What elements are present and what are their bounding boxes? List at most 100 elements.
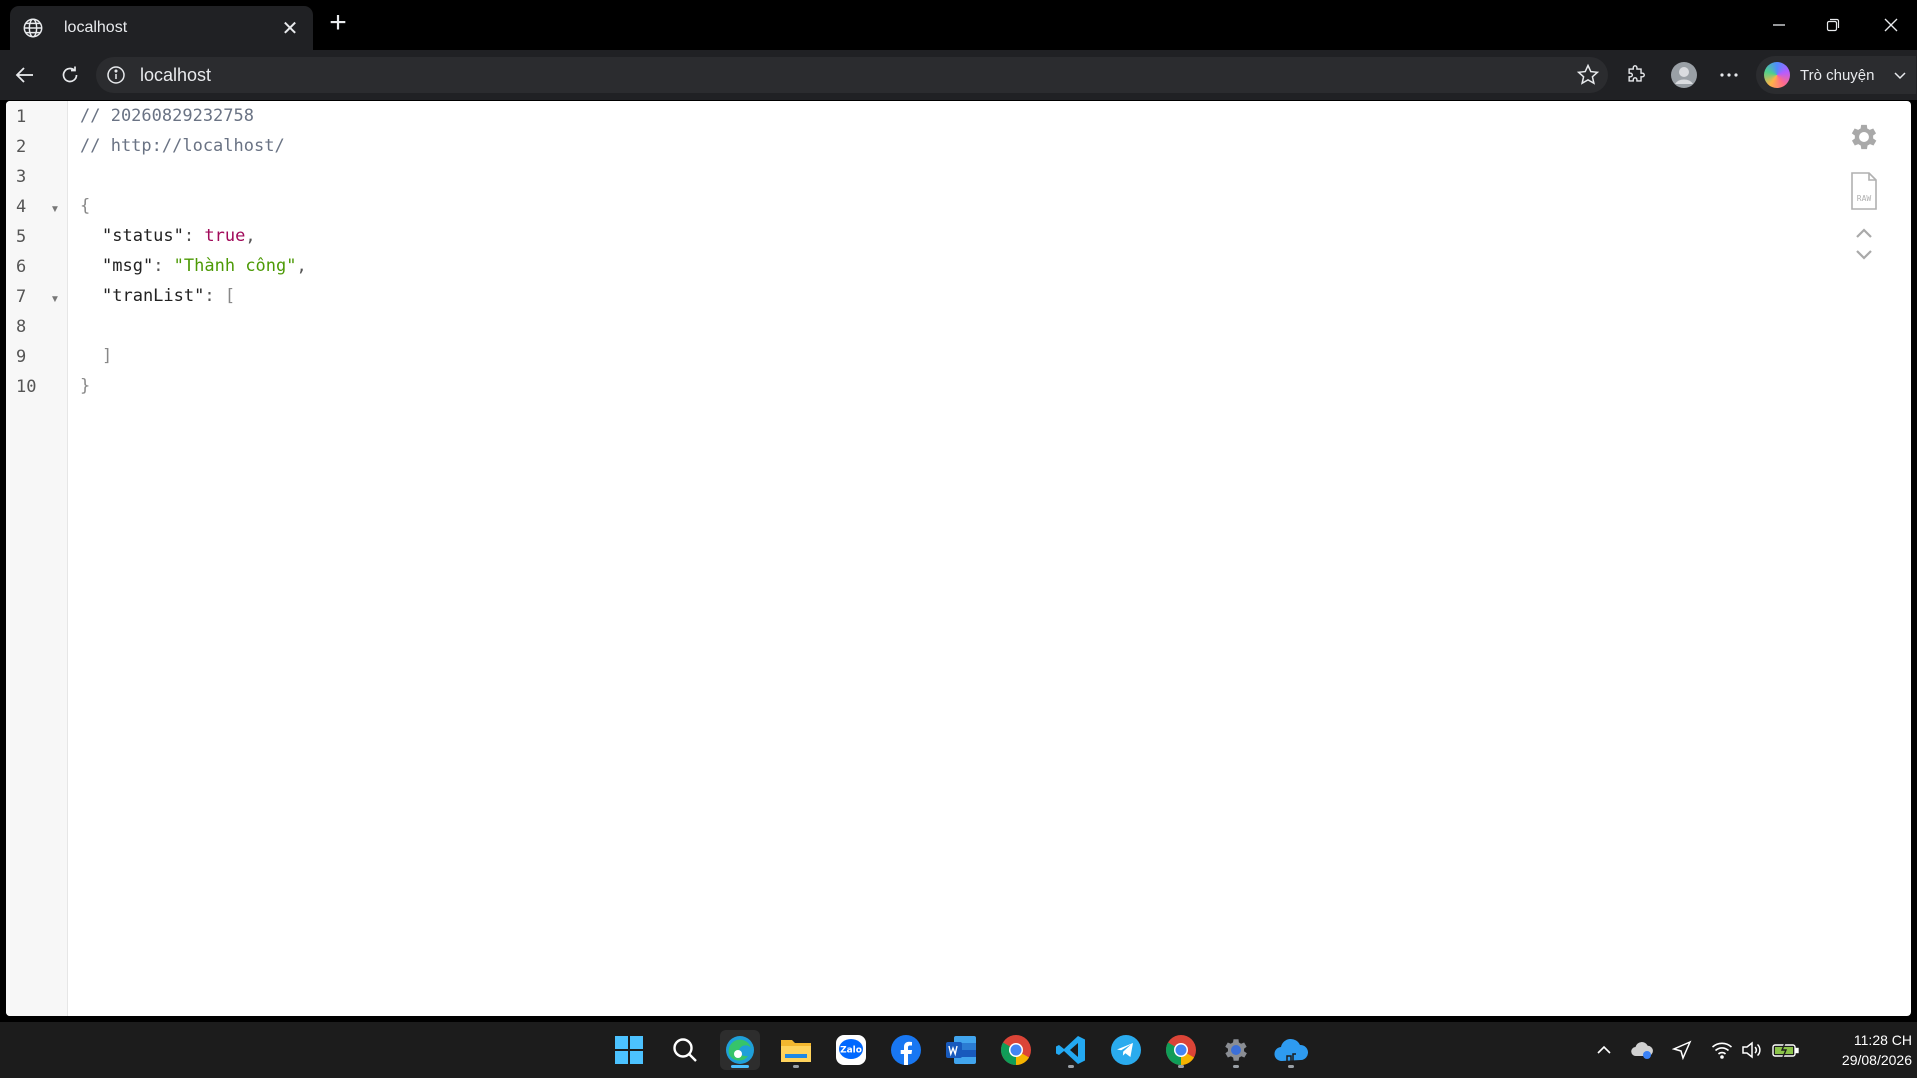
raw-file-icon: RAW <box>1851 172 1877 210</box>
json-value-msg: "Thành công" <box>173 256 297 276</box>
code-line-1: // 20260829232758 <box>80 101 254 131</box>
colon: : <box>183 226 205 246</box>
taskbar-edge[interactable] <box>720 1030 760 1070</box>
start-button[interactable] <box>609 1030 649 1070</box>
line-number: 5 <box>16 227 27 247</box>
url-text[interactable]: localhost <box>140 65 211 86</box>
expand-all-button[interactable] <box>1844 241 1884 269</box>
line-number: 2 <box>16 137 27 157</box>
raw-label: RAW <box>1857 194 1872 203</box>
vscode-icon <box>1056 1036 1085 1064</box>
location-tray[interactable] <box>1670 1038 1694 1062</box>
code-line-9: ] <box>102 341 112 371</box>
arrow-left-icon <box>15 67 33 83</box>
clock-date: 29/08/2026 <box>1841 1052 1912 1068</box>
wifi-tray[interactable] <box>1710 1038 1734 1062</box>
chevron-down-icon[interactable] <box>1892 67 1908 83</box>
battery-tray[interactable] <box>1772 1038 1800 1062</box>
zalo-label: Zalo <box>840 1046 862 1056</box>
restore-button[interactable] <box>1816 8 1850 42</box>
cloud-sync-icon <box>1631 1042 1653 1059</box>
running-indicator <box>1178 1065 1184 1068</box>
tab-close-icon[interactable]: ✕ <box>279 16 301 41</box>
close-window-button[interactable] <box>1874 8 1908 42</box>
clock-time: 11:28 CH <box>1853 1032 1912 1048</box>
fold-toggle-icon[interactable]: ▼ <box>50 204 60 215</box>
show-hidden-icons-button[interactable] <box>1592 1038 1616 1062</box>
chevron-up-icon <box>1856 228 1872 238</box>
taskbar-telegram[interactable] <box>1106 1030 1146 1070</box>
copilot-chat-button[interactable]: Trò chuyện <box>1756 56 1916 94</box>
json-code: // 20260829232758 // http://localhost/ {… <box>80 101 307 396</box>
comment-timestamp: // 20260829232758 <box>80 106 254 126</box>
comment-url: // http://localhost/ <box>80 136 285 156</box>
taskbar-chrome-2[interactable] <box>1161 1030 1201 1070</box>
zalo-icon: Zalo <box>836 1035 866 1065</box>
minimize-icon <box>1773 24 1785 26</box>
profile-button[interactable] <box>1668 59 1700 91</box>
avatar <box>1671 62 1697 88</box>
info-icon[interactable] <box>106 65 126 85</box>
copilot-logo-icon <box>1764 62 1790 88</box>
reload-button[interactable] <box>54 59 86 91</box>
line-number: 10 <box>16 377 37 397</box>
code-line-10: } <box>80 371 90 401</box>
taskbar-cloud-app[interactable] <box>1271 1030 1311 1070</box>
chevron-up-icon <box>1597 1045 1611 1054</box>
running-indicator <box>1288 1065 1294 1068</box>
fold-toggle-icon[interactable]: ▼ <box>50 294 60 305</box>
title-bar: localhost ✕ + <box>0 0 1917 50</box>
raw-view-button[interactable]: RAW <box>1844 171 1884 211</box>
more-menu-button[interactable] <box>1713 59 1745 91</box>
line-number-gutter: 1 2 3 4 5 6 7 8 9 10 ▼ ▼ <box>6 101 68 1016</box>
speaker-icon <box>1742 1041 1761 1059</box>
code-line-5: "status": true, <box>102 221 256 251</box>
search-button[interactable] <box>665 1030 705 1070</box>
taskbar-word[interactable] <box>941 1030 981 1070</box>
back-button[interactable] <box>9 59 41 91</box>
line-number: 6 <box>16 257 27 277</box>
line-number: 1 <box>16 107 27 127</box>
comma: , <box>245 226 256 246</box>
new-tab-button[interactable]: + <box>324 8 352 38</box>
battery-charging-icon <box>1772 1042 1799 1058</box>
minimize-button[interactable] <box>1762 8 1796 42</box>
active-indicator <box>731 1065 749 1068</box>
chrome-icon <box>1165 1035 1196 1065</box>
code-line-7: "tranList": [ <box>102 281 235 311</box>
address-bar[interactable]: localhost <box>96 57 1608 93</box>
onedrive-tray[interactable] <box>1630 1038 1654 1062</box>
gear-icon <box>1225 1039 1247 1061</box>
close-brace: } <box>80 376 91 396</box>
open-bracket: [ <box>224 286 236 306</box>
volume-tray[interactable] <box>1740 1038 1764 1062</box>
running-indicator <box>1068 1065 1074 1068</box>
telegram-icon <box>1111 1035 1141 1065</box>
tab-title: localhost <box>64 19 128 36</box>
browser-tab[interactable]: localhost ✕ <box>10 6 313 50</box>
taskbar-vscode[interactable] <box>1051 1030 1091 1070</box>
taskbar-settings[interactable] <box>1216 1030 1256 1070</box>
folder-icon <box>781 1040 811 1062</box>
json-value-status: true <box>204 226 246 246</box>
colon: : <box>153 256 174 276</box>
line-number: 3 <box>16 167 27 187</box>
restore-icon <box>1826 18 1840 32</box>
viewer-settings-button[interactable] <box>1844 117 1884 157</box>
extensions-button[interactable] <box>1620 59 1652 91</box>
cloud-app-icon <box>1274 1038 1308 1062</box>
line-number: 8 <box>16 317 27 337</box>
browser-toolbar: localhost Trò chuyện <box>0 50 1917 100</box>
taskbar-file-explorer[interactable] <box>776 1030 816 1070</box>
favorite-star-icon[interactable] <box>1576 63 1600 87</box>
taskbar-facebook[interactable] <box>886 1030 926 1070</box>
copilot-label: Trò chuyện <box>1800 66 1875 84</box>
edge-icon <box>726 1036 754 1064</box>
open-brace: { <box>80 196 91 216</box>
taskbar-clock[interactable]: 11:28 CH 29/08/2026 <box>1806 1030 1912 1070</box>
taskbar-zalo[interactable]: Zalo <box>831 1030 871 1070</box>
globe-icon <box>23 18 43 38</box>
search-icon <box>673 1038 697 1062</box>
taskbar-chrome[interactable] <box>996 1030 1036 1070</box>
close-bracket: ] <box>102 346 113 366</box>
